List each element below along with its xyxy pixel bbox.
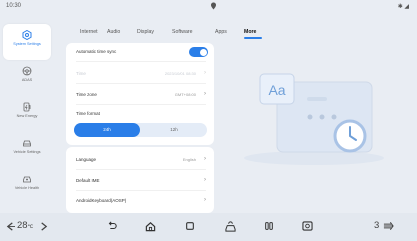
time-value: 2023/10/01 08:30	[164, 71, 196, 76]
temp-decrease-left-icon[interactable]	[6, 222, 15, 231]
chevron-right-icon: ›	[204, 91, 206, 97]
temperature-left[interactable]: 28℃	[17, 220, 33, 231]
toggle-knob	[199, 48, 207, 56]
language-row[interactable]: Language English ›	[76, 156, 206, 162]
temperature-left-value: 28	[17, 220, 28, 231]
time-label: Time	[76, 71, 86, 76]
status-time: 10:30	[6, 3, 22, 9]
tab-bar: Internet Audio Display Software Apps Mor…	[0, 29, 417, 39]
fan-speed-icon[interactable]	[383, 221, 394, 231]
divider	[76, 83, 206, 84]
chevron-right-icon: ›	[204, 197, 206, 203]
adas-icon	[22, 66, 32, 76]
chevron-right-icon: ›	[204, 156, 206, 162]
sidebar-item-new-energy[interactable]: New Energy	[3, 96, 51, 132]
time-format-label: Time format	[76, 111, 100, 116]
bottom-dock: 28℃ 3	[0, 213, 417, 241]
active-tab-indicator	[244, 37, 262, 39]
time-format-option-24h[interactable]: 24h	[74, 123, 140, 137]
divider	[76, 61, 206, 62]
sidebar-item-label: System Settings	[13, 42, 41, 46]
sidebar-item-adas[interactable]: ADAS	[3, 60, 51, 96]
illustration-text: Aa	[268, 82, 285, 98]
sidebar-item-vehicle-health[interactable]: Vehicle Health	[3, 168, 51, 204]
time-zone-label: Time zone	[76, 92, 97, 97]
sidebar-item-label: ADAS	[21, 78, 33, 82]
tab-internet[interactable]: Internet	[80, 29, 98, 35]
divider	[76, 169, 206, 170]
android-keyboard-label: AndroidKeyboard(AOSP)	[76, 198, 127, 203]
back-icon[interactable]	[107, 221, 117, 231]
chevron-right-icon: ›	[204, 70, 206, 76]
divider	[76, 104, 206, 105]
language-label: Language	[76, 157, 97, 162]
tab-software[interactable]: Software	[172, 29, 192, 35]
automatic-time-sync-label: Automatic time sync	[76, 49, 117, 54]
home-icon[interactable]	[145, 221, 156, 232]
default-ime-label: Default IME	[76, 178, 100, 183]
sidebar-item-label: Vehicle Settings	[13, 150, 41, 154]
chevron-right-icon: ›	[204, 177, 206, 183]
tab-more[interactable]: More	[244, 29, 256, 35]
sidebar-item-label: Vehicle Health	[14, 186, 40, 190]
time-format-option-12h[interactable]: 12h	[141, 123, 207, 137]
recent-apps-icon[interactable]	[185, 221, 195, 231]
vehicle-health-icon	[23, 176, 31, 183]
time-format-segmented-control: 24h 12h	[74, 123, 207, 137]
status-indicators: ✱ ◢	[397, 4, 409, 10]
sidebar-item-label: New Energy	[16, 114, 38, 118]
tab-display[interactable]: Display	[137, 29, 154, 35]
defrost-icon[interactable]	[302, 221, 313, 231]
automatic-time-sync-row: Automatic time sync	[76, 49, 206, 54]
seat-heating-icon[interactable]	[264, 221, 274, 231]
time-settings-card: Automatic time sync Time 2023/10/01 08:3…	[66, 43, 214, 145]
time-zone-row[interactable]: Time zone GMT+08:00 ›	[76, 91, 206, 97]
temperature-left-unit: ℃	[27, 224, 34, 230]
vehicle-settings-icon	[23, 140, 31, 147]
sidebar-item-vehicle-settings[interactable]: Vehicle Settings	[3, 132, 51, 168]
sidebar: System Settings ADAS New Energy Vehicle …	[3, 20, 51, 196]
language-input-card: Language English › Default IME › Android…	[66, 147, 214, 213]
temp-increase-left-icon[interactable]	[39, 222, 48, 231]
status-bar: 10:30 ✱ ◢	[0, 0, 417, 14]
language-value: English	[182, 157, 196, 162]
default-ime-row[interactable]: Default IME ›	[76, 177, 206, 183]
tab-apps[interactable]: Apps	[215, 29, 227, 35]
time-zone-value: GMT+08:00	[174, 92, 196, 97]
tab-audio[interactable]: Audio	[107, 29, 120, 35]
time-row: Time 2023/10/01 08:30 ›	[76, 70, 206, 76]
divider	[76, 190, 206, 191]
language-time-illustration: Aa	[244, 73, 384, 165]
new-energy-icon	[23, 102, 31, 112]
automatic-time-sync-toggle[interactable]	[189, 47, 208, 57]
android-keyboard-row[interactable]: AndroidKeyboard(AOSP) ›	[76, 197, 206, 203]
time-format-row: Time format	[76, 111, 206, 116]
location-icon	[211, 2, 216, 10]
fan-level[interactable]: 3	[374, 220, 379, 231]
car-fan-icon[interactable]	[225, 221, 236, 232]
